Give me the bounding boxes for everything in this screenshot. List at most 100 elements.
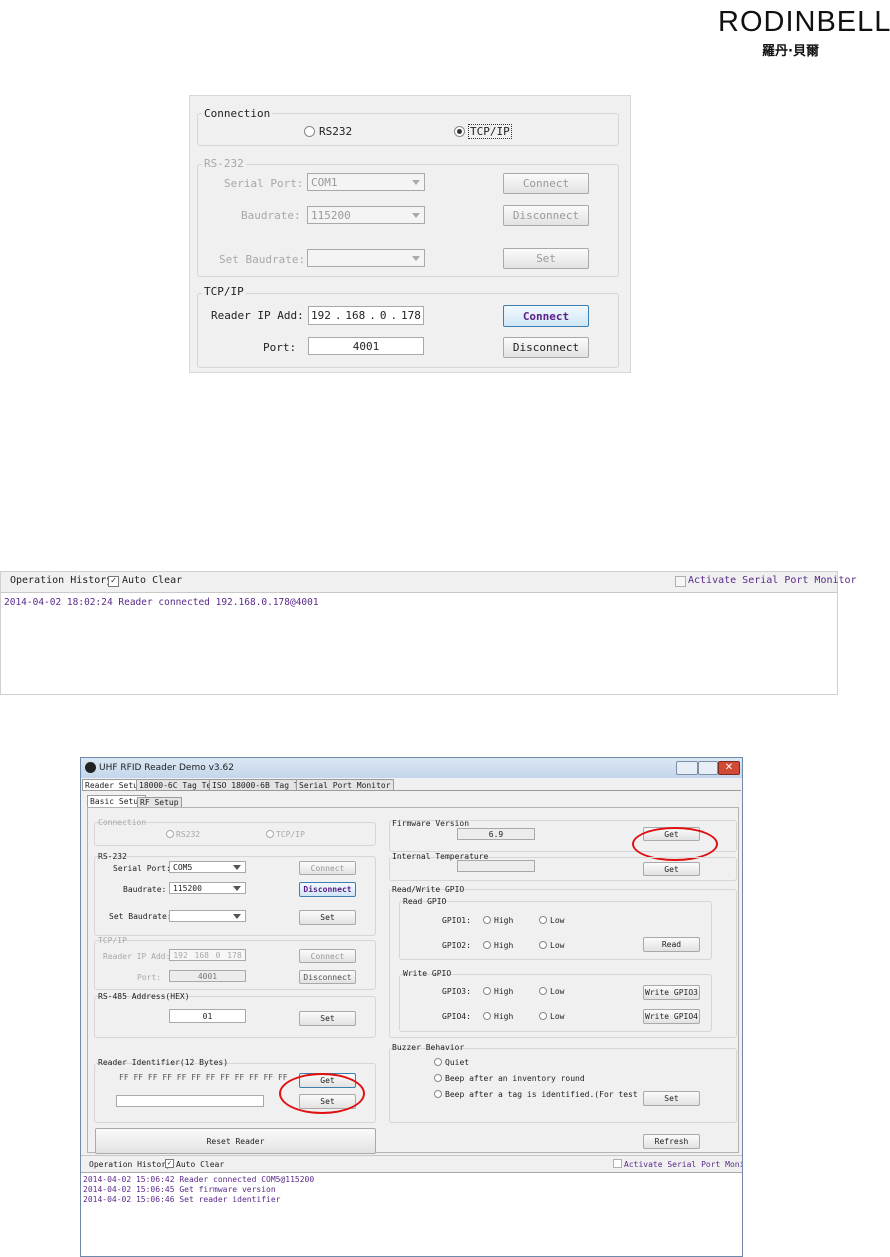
port-label: Port: — [137, 973, 162, 982]
rs232-connect-button[interactable]: Connect — [503, 173, 589, 194]
tcpip-title: TCP/IP — [202, 285, 246, 298]
highlight-circle — [279, 1073, 365, 1114]
auto-clear-checkbox[interactable]: ✓ — [108, 576, 119, 587]
write-gpio4-button[interactable]: Write GPIO4 — [643, 1009, 700, 1024]
ip-octet-3: 0 — [215, 950, 221, 960]
serial-port-select[interactable]: COM1 — [307, 173, 425, 191]
gpio3-high-radio[interactable] — [483, 987, 491, 995]
identifier-title: Reader Identifier(12 Bytes) — [98, 1058, 229, 1067]
ip-octet-1: 192 — [173, 950, 188, 960]
rs485-address-input[interactable]: 01 — [169, 1009, 246, 1023]
gpio1-high-radio[interactable] — [483, 916, 491, 924]
read-gpio-title: Read GPIO — [403, 897, 447, 906]
subtab-rf-setup[interactable]: RF Setup — [137, 797, 182, 807]
baudrate-select[interactable]: 115200 — [169, 882, 246, 894]
window-title: UHF RFID Reader Demo v3.62 — [99, 763, 234, 773]
demo-app-window: UHF RFID Reader Demo v3.62 ✕ Reader Setu… — [80, 757, 743, 1257]
rs232-connect-button[interactable]: Connect — [299, 861, 356, 875]
reader-ip-input[interactable]: 192. 168. 0. 178 — [308, 306, 424, 325]
auto-clear-label: Auto Clear — [176, 1160, 225, 1169]
gpio3-label: GPIO3: — [442, 987, 471, 996]
beep-round-radio[interactable] — [434, 1074, 442, 1082]
identifier-input[interactable] — [116, 1095, 264, 1107]
serial-port-value: COM5 — [173, 862, 193, 872]
operation-history-panel: Operation History: ✓ Auto Clear Activate… — [0, 571, 857, 695]
gpio1-low-label: Low — [550, 916, 565, 925]
serial-monitor-checkbox[interactable] — [613, 1159, 622, 1168]
chevron-down-icon — [233, 865, 241, 870]
gpio3-low-radio[interactable] — [539, 987, 547, 995]
baudrate-value: 115200 — [173, 883, 202, 893]
gpio2-low-radio[interactable] — [539, 941, 547, 949]
tcp-disconnect-button[interactable]: Disconnect — [503, 337, 589, 358]
rs232-radio[interactable] — [166, 830, 174, 838]
rs232-radio-label: RS232 — [319, 125, 353, 138]
baudrate-select[interactable]: 115200 — [307, 206, 425, 224]
read-gpio-button[interactable]: Read — [643, 937, 700, 952]
port-input[interactable]: 4001 — [169, 970, 246, 982]
set-baudrate-select[interactable] — [169, 910, 246, 922]
company-logo: RODINBELL 羅丹·貝爾 — [718, 6, 890, 59]
rs232-disconnect-button[interactable]: Disconnect — [503, 205, 589, 226]
set-baudrate-select[interactable] — [307, 249, 425, 267]
set-baudrate-button[interactable]: Set — [299, 910, 356, 925]
chevron-down-icon — [412, 256, 420, 261]
gpio1-low-radio[interactable] — [539, 916, 547, 924]
beep-tag-radio[interactable] — [434, 1090, 442, 1098]
logo-text: RODINBELL — [718, 6, 890, 38]
serial-port-value: COM1 — [311, 175, 338, 189]
gpio4-high-radio[interactable] — [483, 1012, 491, 1020]
gpio-title: Read/Write GPIO — [392, 885, 465, 894]
refresh-button[interactable]: Refresh — [643, 1134, 700, 1149]
rs485-set-button[interactable]: Set — [299, 1011, 356, 1026]
tcpip-title: TCP/IP — [98, 936, 127, 945]
buzzer-set-button[interactable]: Set — [643, 1091, 700, 1106]
chevron-down-icon — [412, 180, 420, 185]
rs232-disconnect-button[interactable]: Disconnect — [299, 882, 356, 897]
ip-octet-1: 192 — [310, 309, 331, 322]
auto-clear-checkbox[interactable]: ✓ — [165, 1159, 174, 1168]
gpio4-low-radio[interactable] — [539, 1012, 547, 1020]
tcp-connect-button[interactable]: Connect — [503, 305, 589, 327]
reset-reader-button[interactable]: Reset Reader — [95, 1128, 376, 1154]
tcp-disconnect-button[interactable]: Disconnect — [299, 970, 356, 984]
ip-octet-4: 178 — [401, 309, 421, 322]
reader-ip-input[interactable]: 192 168 0 178 — [169, 949, 246, 961]
write-gpio3-button[interactable]: Write GPIO3 — [643, 985, 700, 1000]
serial-port-label: Serial Port: — [113, 864, 171, 873]
highlight-circle — [632, 827, 718, 861]
maximize-icon[interactable] — [698, 761, 718, 775]
connection-settings-panel: Connection RS232 TCP/IP RS-232 Serial Po… — [189, 95, 631, 373]
logo-chinese-text: 羅丹·貝爾 — [762, 44, 819, 59]
tcpip-radio[interactable] — [454, 126, 465, 137]
quiet-radio[interactable] — [434, 1058, 442, 1066]
write-gpio-title: Write GPIO — [403, 969, 452, 978]
serial-port-select[interactable]: COM5 — [169, 861, 246, 873]
tcpip-radio[interactable] — [266, 830, 274, 838]
tab-divider — [82, 790, 741, 791]
app-icon — [85, 762, 96, 773]
serial-monitor-label: Activate Serial Port Monitor — [688, 575, 857, 586]
gpio4-high-label: High — [494, 1012, 514, 1021]
temperature-get-button[interactable]: Get — [643, 862, 700, 876]
log-line: 2014-04-02 15:06:45 Get firmware version — [83, 1185, 276, 1194]
set-baudrate-button[interactable]: Set — [503, 248, 589, 269]
gpio2-high-radio[interactable] — [483, 941, 491, 949]
quiet-label: Quiet — [445, 1058, 470, 1067]
ip-dot: . — [369, 309, 376, 322]
log-line: 2014-04-02 15:06:46 Set reader identifie… — [83, 1195, 281, 1204]
port-input[interactable]: 4001 — [308, 337, 424, 355]
reader-ip-label: Reader IP Add: — [103, 952, 171, 961]
tab-serial-monitor[interactable]: Serial Port Monitor — [296, 779, 394, 790]
chevron-down-icon — [412, 213, 420, 218]
tcp-connect-button[interactable]: Connect — [299, 949, 356, 963]
identifier-value: FF FF FF FF FF FF FF FF FF FF FF FF — [119, 1073, 288, 1082]
rs232-radio-label: RS232 — [176, 830, 201, 839]
minimize-icon[interactable] — [676, 761, 698, 775]
rs232-radio[interactable] — [304, 126, 315, 137]
operation-history-bar: Operation History: ✓ Auto Clear Activate… — [1, 572, 857, 593]
close-icon[interactable]: ✕ — [718, 761, 740, 775]
serial-monitor-checkbox[interactable] — [675, 576, 686, 587]
chevron-down-icon — [233, 914, 241, 919]
beep-tag-label: Beep after a tag is identified.(For test… — [445, 1090, 667, 1099]
